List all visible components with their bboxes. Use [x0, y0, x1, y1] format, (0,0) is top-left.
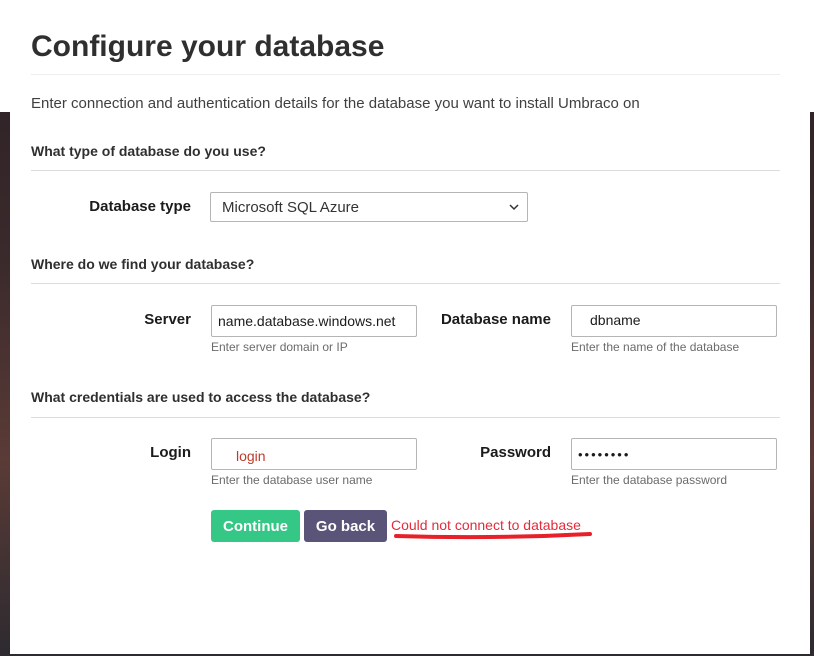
database-type-select[interactable]: Microsoft SQL Azure	[210, 192, 528, 222]
section-divider	[31, 283, 780, 284]
server-hint: Enter server domain or IP	[211, 340, 348, 354]
password-input[interactable]: ••••••••	[571, 438, 777, 470]
continue-button[interactable]: Continue	[211, 510, 300, 542]
password-hint: Enter the database password	[571, 473, 728, 487]
section-heading-location: Where do we find your database?	[31, 256, 255, 272]
title-divider	[31, 74, 780, 75]
login-input[interactable]: login	[211, 438, 417, 470]
go-back-button[interactable]: Go back	[304, 510, 387, 542]
intro-text: Enter connection and authentication deta…	[31, 95, 640, 112]
chevron-down-icon	[509, 204, 519, 211]
section-divider	[31, 170, 780, 171]
page-title: Configure your database	[31, 30, 385, 63]
password-value: ••••••••	[578, 447, 631, 462]
server-value: name.database.windows.net	[218, 313, 396, 329]
section-heading-credentials: What credentials are used to access the …	[31, 389, 371, 405]
server-input[interactable]: name.database.windows.net	[211, 305, 417, 337]
database-name-input[interactable]: dbname	[571, 305, 777, 337]
login-label: Login	[150, 444, 191, 461]
database-name-label: Database name	[440, 311, 551, 328]
database-name-hint: Enter the name of the database	[571, 340, 740, 354]
section-heading-type: What type of database do you use?	[31, 143, 266, 159]
server-label: Server	[144, 311, 191, 328]
database-type-value: Microsoft SQL Azure	[222, 199, 359, 216]
database-type-label: Database type	[89, 198, 191, 215]
red-underline-annotation	[394, 532, 592, 540]
database-name-value: dbname	[590, 312, 641, 328]
login-hint: Enter the database user name	[211, 473, 373, 487]
installer-card: Configure your database Enter connection…	[10, 0, 810, 654]
password-label: Password	[480, 444, 551, 461]
login-value: login	[236, 448, 266, 464]
section-divider	[31, 417, 780, 418]
